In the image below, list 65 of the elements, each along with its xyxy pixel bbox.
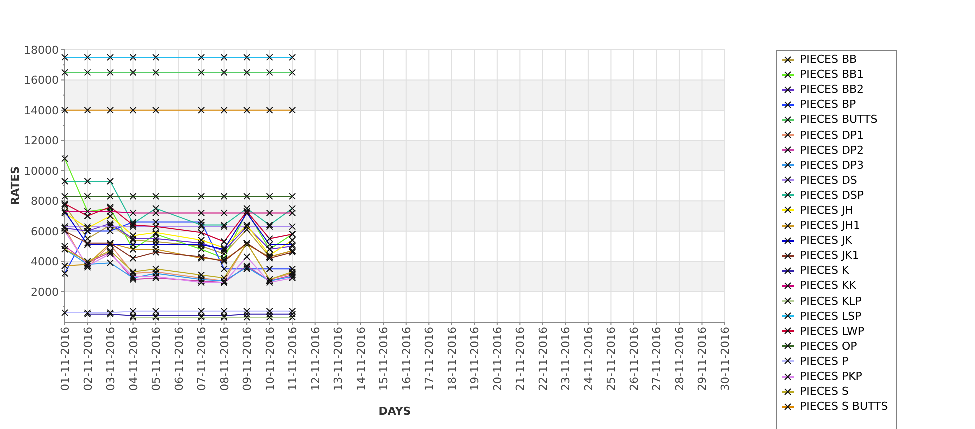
- legend-label: PIECES JK1: [800, 250, 860, 262]
- tick-label: 06-11-2016: [172, 327, 186, 391]
- legend-label: PIECES S: [800, 386, 849, 398]
- tick-label: 17-11-2016: [423, 327, 436, 391]
- tick-label: 03-11-2016: [104, 327, 118, 391]
- tick-label: 10-11-2016: [264, 327, 277, 391]
- tick-label: 13-11-2016: [332, 327, 346, 391]
- tick-label: 22-11-2016: [536, 327, 550, 391]
- legend-label: PIECES KLP: [800, 296, 862, 307]
- legend-label: PIECES BB: [800, 54, 858, 66]
- tick-label: 15-11-2016: [378, 327, 391, 391]
- legend-label: PIECES BUTTS: [800, 114, 878, 126]
- tick-label: 28-11-2016: [673, 327, 686, 391]
- legend-label: PIECES KK: [800, 280, 856, 292]
- tick-label: 18000: [24, 44, 59, 57]
- legend-label: PIECES JH1: [800, 220, 860, 232]
- tick-label: 01-11-2016: [59, 327, 72, 391]
- tick-label: 27-11-2016: [650, 327, 664, 391]
- tick-label: 16-11-2016: [400, 327, 414, 391]
- legend-label: PIECES LWP: [800, 326, 865, 337]
- tick-label: 4000: [31, 256, 59, 269]
- axis-title: DAYS: [378, 405, 412, 418]
- tick-label: 02-11-2016: [82, 327, 95, 391]
- tick-label: 19-11-2016: [468, 327, 482, 391]
- tick-label: 30-11-2016: [719, 327, 732, 391]
- tick-label: 2000: [31, 286, 59, 299]
- tick-label: 26-11-2016: [628, 327, 641, 391]
- tick-label: 07-11-2016: [196, 327, 209, 391]
- tick-label: 09-11-2016: [241, 327, 254, 391]
- legend-label: PIECES DP2: [800, 144, 864, 156]
- tick-label: 12000: [24, 134, 59, 148]
- legend-label: PIECES K: [800, 265, 850, 276]
- tick-label: 6000: [31, 225, 59, 238]
- tick-label: 21-11-2016: [514, 327, 528, 391]
- tick-label: 11-11-2016: [286, 327, 300, 391]
- tick-label: 14000: [24, 104, 59, 118]
- tick-label: 08-11-2016: [218, 327, 232, 391]
- legend-label: PIECES JK: [800, 235, 852, 246]
- legend-label: PIECES DSP: [800, 190, 864, 201]
- legend-label: PIECES PKP: [800, 371, 862, 382]
- tick-label: 14-11-2016: [354, 327, 368, 391]
- tick-label: 8000: [31, 195, 59, 208]
- legend-label: PIECES DP3: [800, 160, 864, 171]
- legend-label: PIECES P: [800, 356, 849, 367]
- tick-label: 20-11-2016: [491, 327, 504, 391]
- tick-label: 18-11-2016: [446, 327, 459, 391]
- legend-label: PIECES BB1: [800, 69, 864, 80]
- axis-title: RATES: [9, 166, 22, 206]
- tick-label: 12-11-2016: [309, 327, 322, 391]
- tick-label: 24-11-2016: [582, 327, 596, 391]
- tick-label: 10000: [24, 164, 59, 178]
- legend-label: PIECES S BUTTS: [800, 401, 888, 412]
- legend-label: PIECES BP: [800, 99, 856, 110]
- tick-label: 16000: [24, 74, 59, 88]
- legend-label: PIECES JH: [800, 204, 854, 216]
- tick-label: 25-11-2016: [605, 327, 618, 391]
- legend-label: PIECES BB2: [800, 84, 864, 96]
- legend-label: PIECES LSP: [800, 310, 862, 322]
- legend-label: PIECES OP: [800, 340, 858, 352]
- tick-label: 23-11-2016: [560, 327, 573, 391]
- tick-label: 05-11-2016: [150, 327, 164, 391]
- legend-label: PIECES DP1: [800, 130, 864, 141]
- tick-label: 29-11-2016: [696, 327, 710, 391]
- legend-label: PIECES DS: [800, 174, 858, 186]
- tick-label: 04-11-2016: [127, 327, 140, 391]
